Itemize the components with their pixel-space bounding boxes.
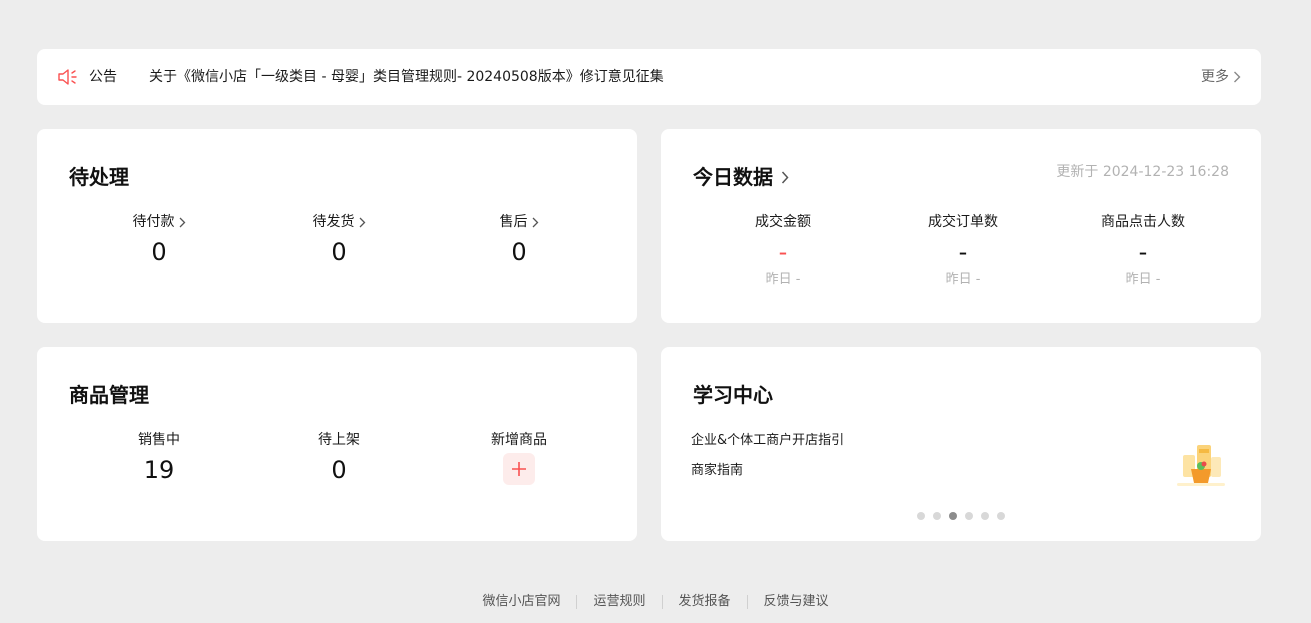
footer-link-shipping[interactable]: 发货报备	[663, 592, 747, 612]
carousel-dot[interactable]	[917, 512, 925, 520]
stat-label: 成交订单数	[928, 214, 998, 230]
add-product-button[interactable]	[503, 453, 535, 485]
pending-after-sale[interactable]: 售后 0	[429, 211, 609, 268]
goods-pending-shelf[interactable]: 待上架 0	[249, 429, 429, 486]
updated-time: 更新于 2024-12-23 16:28	[1056, 164, 1229, 180]
stat-value: 19	[143, 456, 175, 484]
yesterday-value: 昨日 -	[945, 272, 981, 287]
goods-title: 商品管理	[69, 381, 149, 409]
stat-value: -	[778, 238, 788, 266]
announcement-tag: 公告	[89, 69, 117, 85]
stat-label: 待上架	[318, 432, 360, 448]
today-clicks: 商品点击人数 - 昨日 -	[1053, 211, 1233, 290]
carousel-dot[interactable]	[965, 512, 973, 520]
stat-value: 0	[331, 456, 347, 484]
stat-label: 商品点击人数	[1101, 214, 1185, 230]
plus-icon	[512, 462, 526, 476]
stat-label: 待发货	[312, 214, 355, 230]
chevron-right-icon	[179, 217, 185, 227]
today-orders: 成交订单数 - 昨日 -	[873, 211, 1053, 290]
today-data-card: 今日数据 更新于 2024-12-23 16:28 成交金额 - 昨日 - 成交…	[661, 129, 1261, 323]
carousel-dot[interactable]	[997, 512, 1005, 520]
goods-management-card: 商品管理 销售中 19 待上架 0 新增商品	[37, 347, 637, 541]
speaker-icon	[58, 69, 77, 85]
more-label: 更多	[1201, 69, 1229, 85]
pending-to-ship[interactable]: 待发货 0	[249, 211, 429, 268]
chevron-right-icon	[359, 217, 365, 227]
chevron-right-icon	[1234, 71, 1241, 83]
more-link[interactable]: 更多	[1201, 67, 1241, 87]
footer-link-official-site[interactable]: 微信小店官网	[466, 592, 576, 612]
footer-link-feedback[interactable]: 反馈与建议	[748, 592, 845, 612]
carousel-dot[interactable]	[981, 512, 989, 520]
pending-card: 待处理 待付款 0 待发货 0 售后 0	[37, 129, 637, 323]
announcement-message[interactable]: 关于《微信小店「一级类目 - 母婴」类目管理规则- 20240508版本》修订意…	[149, 67, 664, 87]
yesterday-value: 昨日 -	[1125, 272, 1161, 287]
goods-title-text: 商品管理	[69, 383, 149, 407]
chevron-right-icon	[781, 170, 789, 184]
announcement-bar: 公告 关于《微信小店「一级类目 - 母婴」类目管理规则- 20240508版本》…	[37, 49, 1261, 105]
pending-title-text: 待处理	[69, 165, 129, 189]
stat-label: 待付款	[132, 214, 175, 230]
learning-center-card: 学习中心 企业&个体工商户开店指引 商家指南	[661, 347, 1261, 541]
today-title-text: 今日数据	[693, 165, 773, 189]
stat-value: -	[1138, 238, 1148, 266]
learn-title-text: 学习中心	[693, 383, 773, 407]
yesterday-value: 昨日 -	[765, 272, 801, 287]
learn-item[interactable]: 企业&个体工商户开店指引	[691, 431, 844, 451]
stat-label: 销售中	[138, 432, 180, 448]
carousel-dots	[917, 512, 1005, 520]
stat-value: 0	[151, 238, 167, 266]
footer-link-rules[interactable]: 运营规则	[577, 592, 661, 612]
pending-unpaid[interactable]: 待付款 0	[69, 211, 249, 268]
stat-label: 成交金额	[755, 214, 811, 230]
footer-links: 微信小店官网 运营规则 发货报备 反馈与建议	[0, 592, 1311, 612]
goods-add-new: 新增商品	[429, 429, 609, 486]
carousel-dot-active[interactable]	[949, 512, 957, 520]
stat-value: -	[958, 238, 968, 266]
today-title[interactable]: 今日数据	[693, 163, 789, 191]
chevron-right-icon	[532, 217, 538, 227]
pending-title: 待处理	[69, 163, 129, 191]
today-gmv: 成交金额 - 昨日 -	[693, 211, 873, 290]
learn-title: 学习中心	[693, 381, 773, 409]
stat-label: 新增商品	[491, 432, 547, 448]
carousel-dot[interactable]	[933, 512, 941, 520]
store-illustration-icon	[1177, 445, 1225, 486]
stat-label: 售后	[499, 214, 528, 230]
stat-value: 0	[331, 238, 347, 266]
stat-value: 0	[511, 238, 527, 266]
goods-on-sale[interactable]: 销售中 19	[69, 429, 249, 486]
learn-item[interactable]: 商家指南	[691, 461, 844, 481]
